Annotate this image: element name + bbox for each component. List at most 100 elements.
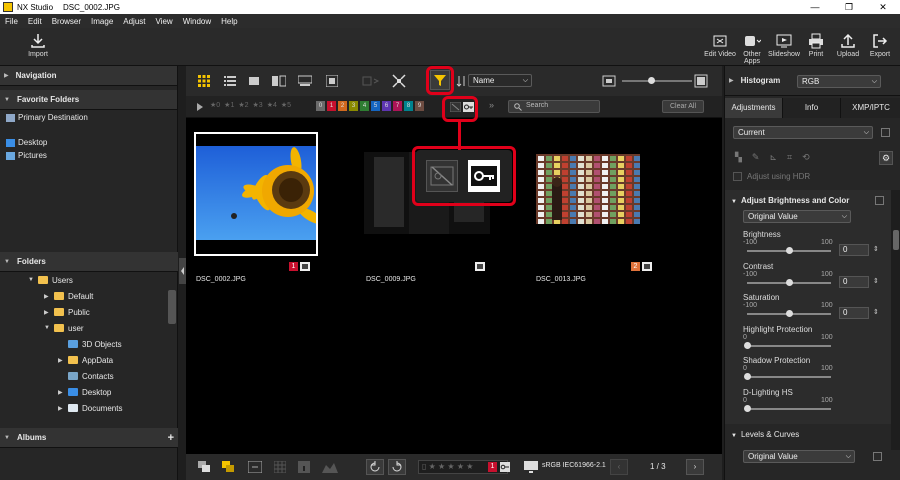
spinner-icon[interactable]: ⇕ [873, 308, 879, 316]
slider-value-input[interactable]: 0 [839, 244, 869, 256]
rating-stars[interactable]: ★ ★ ★ ★ ★ [429, 462, 474, 471]
rating-filter-0[interactable]: ★0 [210, 101, 220, 109]
slider-track[interactable] [747, 344, 831, 347]
menu-image[interactable]: Image [86, 17, 118, 26]
maximize-button[interactable]: ❐ [832, 0, 866, 14]
primary-destination-item[interactable]: Primary Destination [0, 110, 177, 125]
tree-item-public[interactable]: ▶ Public [0, 304, 178, 320]
tree-arrow-icon[interactable]: ▶ [58, 405, 68, 412]
albums-header[interactable]: ▼ Albums + [0, 428, 178, 448]
add-album-button[interactable]: + [168, 432, 174, 444]
rating-filter-3[interactable]: ★3 [253, 101, 263, 109]
favorite-folders-header[interactable]: ▼ Favorite Folders [0, 90, 177, 110]
previous-page-button[interactable]: ‹ [610, 459, 628, 475]
label-filter-7[interactable]: 7 [393, 101, 402, 111]
thumbnail-small-icon[interactable] [602, 74, 616, 88]
slider-knob[interactable] [786, 247, 793, 254]
slider-knob[interactable] [744, 341, 751, 349]
tree-arrow-icon[interactable]: ▶ [44, 293, 54, 300]
compare-icon[interactable] [248, 461, 262, 473]
brightness-section-header[interactable]: ▼ Adjust Brightness and Color [731, 196, 849, 205]
histogram-mode-dropdown[interactable]: RGB ⌵ [797, 75, 881, 88]
label-filter-2[interactable]: 2 [338, 101, 347, 111]
spinner-icon[interactable]: ⇕ [873, 277, 879, 285]
menu-edit[interactable]: Edit [23, 17, 47, 26]
upload-button[interactable]: Upload [832, 33, 864, 65]
slider-knob[interactable] [786, 278, 793, 286]
tree-item-appdata[interactable]: ▶ AppData [0, 352, 178, 368]
preset-checkbox[interactable] [881, 128, 890, 137]
rotate-right-button[interactable] [388, 459, 406, 475]
adjust-settings-button[interactable]: ⚙ [879, 151, 893, 165]
tree-arrow-icon[interactable]: ▼ [28, 277, 38, 283]
export-button[interactable]: Export [864, 33, 896, 65]
minimize-button[interactable]: — [798, 0, 832, 14]
levels-section-checkbox[interactable] [873, 452, 882, 461]
tree-item-contacts[interactable]: Contacts [0, 368, 178, 384]
filmstrip-view-icon[interactable] [298, 75, 312, 87]
list-view-icon[interactable] [224, 75, 236, 87]
label-filter-0[interactable]: 0 [316, 101, 325, 111]
levels-section-header[interactable]: ▼ Levels & Curves [731, 430, 799, 439]
tree-arrow-icon[interactable]: ▶ [58, 357, 68, 364]
histogram-header[interactable]: ▶ Histogram RGB ⌵ [725, 66, 900, 96]
adjust-hdr-checkbox[interactable] [733, 172, 742, 181]
rating-filter-5[interactable]: ★5 [281, 101, 291, 109]
single-view-icon[interactable] [248, 75, 260, 87]
navigation-header[interactable]: ▶ Navigation [0, 66, 177, 86]
tree-item-3d-objects[interactable]: 3D Objects [0, 336, 178, 352]
thumbnail-size-slider-track[interactable] [622, 80, 692, 82]
menu-window[interactable]: Window [178, 17, 216, 26]
scrollbar-thumb[interactable] [893, 230, 899, 250]
tree-item-default[interactable]: ▶ Default [0, 288, 178, 304]
tree-item-desktop[interactable]: ▶ Desktop [0, 384, 178, 400]
edit-video-button[interactable]: Edit Video [704, 33, 736, 65]
play-icon[interactable] [196, 103, 204, 111]
brightness-section-checkbox[interactable] [875, 196, 884, 205]
slider-track[interactable] [747, 376, 831, 378]
label-filter-6[interactable]: 6 [382, 101, 391, 111]
thumbnail-item[interactable] [536, 154, 640, 224]
folder-tree-scrollbar[interactable] [168, 290, 176, 324]
brightness-preset-dropdown[interactable]: Original Value ⌵ [743, 210, 851, 223]
reject-icon[interactable]: ▯ [422, 462, 426, 471]
tab-xmp-iptc[interactable]: XMP/IPTC [841, 98, 900, 118]
label-filter-4[interactable]: 4 [360, 101, 369, 111]
thumbnail-grid-icon[interactable] [198, 75, 210, 87]
tab-info[interactable]: Info [783, 98, 841, 118]
menu-browser[interactable]: Browser [47, 17, 86, 26]
menu-adjust[interactable]: Adjust [118, 17, 150, 26]
menu-help[interactable]: Help [216, 17, 242, 26]
double-chevron-icon[interactable]: » [489, 100, 494, 110]
slider-knob[interactable] [744, 404, 751, 412]
label-filter-5[interactable]: 5 [371, 101, 380, 111]
sort-order-icon[interactable] [456, 75, 468, 87]
rating-filter-1[interactable]: ★1 [224, 101, 234, 109]
menu-view[interactable]: View [151, 17, 178, 26]
full-screen-icon[interactable] [326, 75, 338, 87]
levels-preset-dropdown[interactable]: Original Value ⌵ [743, 450, 855, 463]
tree-item-documents[interactable]: ▶ Documents [0, 400, 178, 416]
stack-icon[interactable] [198, 461, 212, 473]
sort-dropdown[interactable]: Name ⌵ [468, 74, 532, 87]
fit-view-icon[interactable] [392, 74, 406, 88]
label-filter-1[interactable]: 1 [327, 101, 336, 111]
rating-filter-4[interactable]: ★4 [267, 101, 277, 109]
tree-item-users[interactable]: ▼ Users [0, 272, 178, 288]
label-filter-8[interactable]: 8 [404, 101, 413, 111]
protect-icon[interactable] [500, 462, 510, 472]
tree-item-user[interactable]: ▼ user [0, 320, 178, 336]
tree-arrow-icon[interactable]: ▶ [44, 309, 54, 316]
menu-file[interactable]: File [0, 17, 23, 26]
thumbnail-item[interactable] [194, 132, 318, 256]
folders-header[interactable]: ▼ Folders [0, 252, 178, 272]
compare-view-icon[interactable] [272, 75, 286, 87]
left-panel-collapse-tab[interactable] [179, 258, 186, 284]
import-button[interactable]: Import [22, 33, 54, 58]
close-button[interactable]: ✕ [866, 0, 900, 14]
next-page-button[interactable]: › [686, 459, 704, 475]
favorite-item-pictures[interactable]: Pictures [0, 149, 177, 162]
tree-arrow-icon[interactable]: ▶ [58, 389, 68, 396]
slider-value-input[interactable]: 0 [839, 307, 869, 319]
spinner-icon[interactable]: ⇕ [873, 245, 879, 253]
